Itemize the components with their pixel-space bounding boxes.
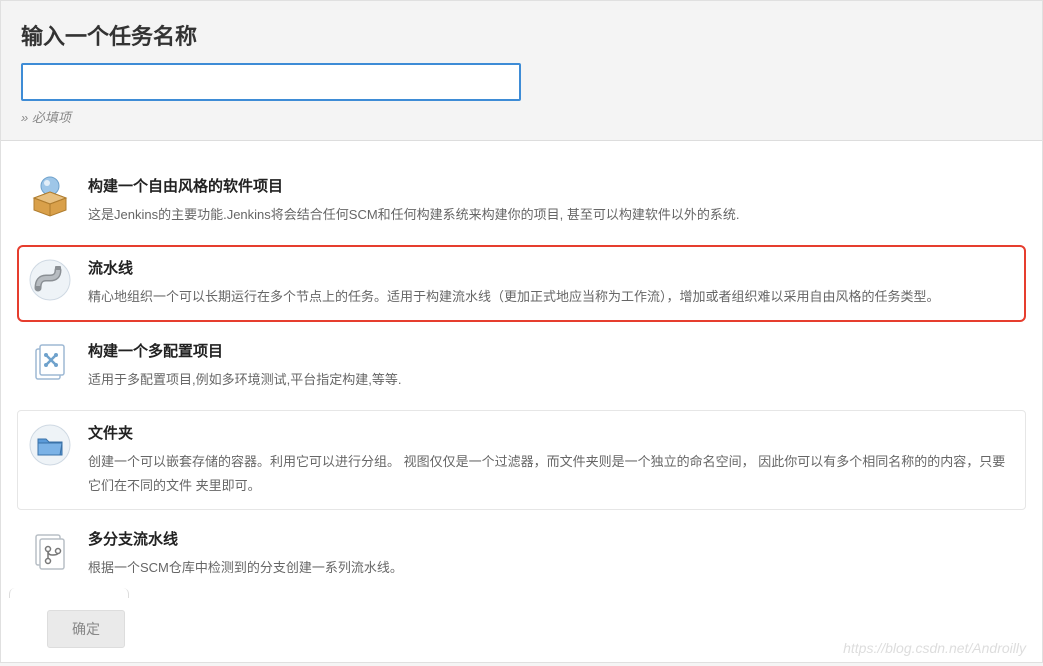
required-hint: » 必填项	[21, 107, 1022, 126]
new-item-page: 输入一个任务名称 » 必填项 构建一个自由风格的软件项目 这是Jenkins的主…	[0, 0, 1043, 663]
option-content: 构建一个自由风格的软件项目 这是Jenkins的主要功能.Jenkins将会结合…	[88, 176, 1011, 226]
footer-section: 确定 https://blog.csdn.net/Androilly	[1, 598, 1042, 666]
option-title: 文件夹	[88, 423, 1011, 444]
option-multiconfig[interactable]: 构建一个多配置项目 适用于多配置项目,例如多环境测试,平台指定构建,等等.	[17, 328, 1026, 404]
option-pipeline[interactable]: 流水线 精心地组织一个可以长期运行在多个节点上的任务。适用于构建流水线（更加正式…	[17, 245, 1026, 321]
option-folder[interactable]: 文件夹 创建一个可以嵌套存储的容器。利用它可以进行分组。 视图仅仅是一个过滤器，…	[17, 410, 1026, 510]
option-desc: 创建一个可以嵌套存储的容器。利用它可以进行分组。 视图仅仅是一个过滤器，而文件夹…	[88, 450, 1011, 497]
pipeline-icon	[28, 258, 72, 302]
option-freestyle[interactable]: 构建一个自由风格的软件项目 这是Jenkins的主要功能.Jenkins将会结合…	[17, 163, 1026, 239]
option-content: 构建一个多配置项目 适用于多配置项目,例如多环境测试,平台指定构建,等等.	[88, 341, 1011, 391]
option-desc: 精心地组织一个可以长期运行在多个节点上的任务。适用于构建流水线（更加正式地应当称…	[88, 285, 1011, 308]
option-title: 多分支流水线	[88, 529, 1011, 550]
option-title: 流水线	[88, 258, 1011, 279]
option-multibranch[interactable]: 多分支流水线 根据一个SCM仓库中检测到的分支创建一系列流水线。	[17, 516, 1026, 592]
option-content: 文件夹 创建一个可以嵌套存储的容器。利用它可以进行分组。 视图仅仅是一个过滤器，…	[88, 423, 1011, 497]
footer-tab-decor	[9, 588, 129, 598]
option-title: 构建一个自由风格的软件项目	[88, 176, 1011, 197]
multibranch-icon	[28, 529, 72, 573]
freestyle-box-icon	[28, 176, 72, 220]
confirm-button[interactable]: 确定	[47, 610, 125, 648]
option-desc: 根据一个SCM仓库中检测到的分支创建一系列流水线。	[88, 556, 1011, 579]
option-content: 流水线 精心地组织一个可以长期运行在多个节点上的任务。适用于构建流水线（更加正式…	[88, 258, 1011, 308]
folder-icon	[28, 423, 72, 467]
option-desc: 适用于多配置项目,例如多环境测试,平台指定构建,等等.	[88, 368, 1011, 391]
option-content: 多分支流水线 根据一个SCM仓库中检测到的分支创建一系列流水线。	[88, 529, 1011, 579]
page-title: 输入一个任务名称	[21, 19, 1022, 51]
item-name-input[interactable]	[21, 63, 521, 101]
option-title: 构建一个多配置项目	[88, 341, 1011, 362]
multiconfig-icon	[28, 341, 72, 385]
watermark: https://blog.csdn.net/Androilly	[843, 640, 1026, 656]
header-section: 输入一个任务名称 » 必填项	[1, 1, 1042, 141]
option-desc: 这是Jenkins的主要功能.Jenkins将会结合任何SCM和任何构建系统来构…	[88, 203, 1011, 226]
item-type-list: 构建一个自由风格的软件项目 这是Jenkins的主要功能.Jenkins将会结合…	[1, 141, 1042, 598]
